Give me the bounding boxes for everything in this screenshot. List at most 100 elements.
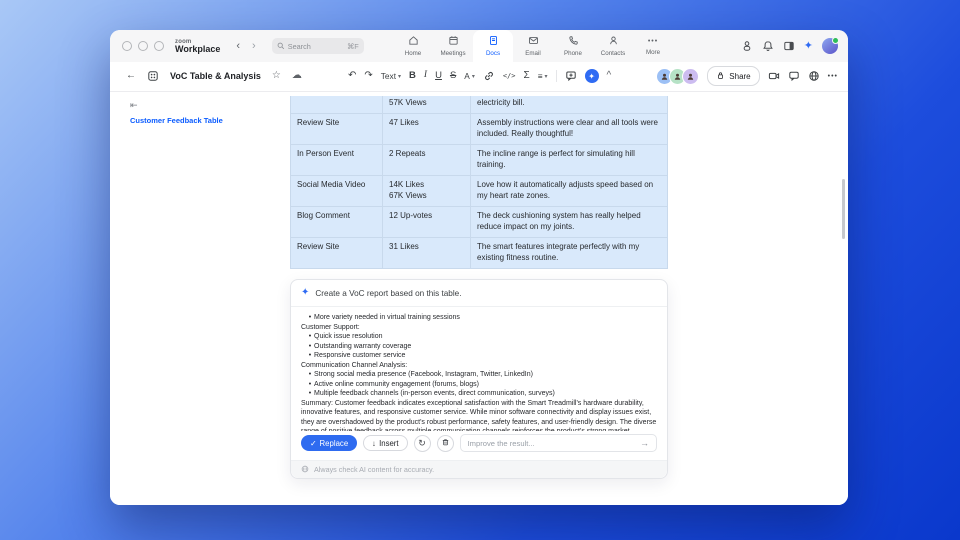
table-cell[interactable]: Social Media Video <box>291 176 383 206</box>
profile-icon[interactable] <box>741 40 753 52</box>
table-cell[interactable]: The incline range is perfect for simulat… <box>471 145 667 175</box>
global-search-input[interactable]: Search ⌘F <box>272 38 364 54</box>
ai-text-line: Customer Support: <box>301 323 657 333</box>
outline-item-customer-feedback-table[interactable]: Customer Feedback Table <box>130 116 223 125</box>
document-toolbar: ← VoC Table & Analysis ☆ ☁ ↶ ↷ Text ▾ B … <box>110 62 848 92</box>
delete-result-button[interactable] <box>437 435 454 452</box>
tab-phone[interactable]: Phone <box>553 30 593 62</box>
notifications-bell-icon[interactable] <box>762 40 774 52</box>
add-comment-icon[interactable] <box>565 70 577 82</box>
tab-more[interactable]: ••• More <box>633 30 673 62</box>
bold-button[interactable]: B <box>409 71 416 81</box>
doc-back-button[interactable]: ← <box>126 71 136 81</box>
more-options-icon[interactable]: ••• <box>828 73 838 80</box>
table-row[interactable]: Review Site 47 Likes Assembly instructio… <box>291 113 667 144</box>
nav-forward-button[interactable]: › <box>249 39 259 54</box>
maximize-window-button[interactable] <box>154 41 164 51</box>
calendar-icon <box>448 35 459 48</box>
undo-button[interactable]: ↶ <box>348 71 356 81</box>
home-icon <box>408 35 419 48</box>
table-row[interactable]: Review Site 31 Likes The smart features … <box>291 237 667 268</box>
collaborator-avatar[interactable] <box>682 68 699 85</box>
table-row[interactable]: Social Media Video 14K Likes 67K Views L… <box>291 175 667 206</box>
ai-disclaimer-bar: Always check AI content for accuracy. <box>291 460 667 478</box>
collapse-outline-icon[interactable]: ⇤ <box>130 100 138 111</box>
share-button[interactable]: Share <box>707 66 759 86</box>
ai-prompt-text: Create a VoC report based on this table. <box>315 289 461 298</box>
docs-home-icon[interactable] <box>147 70 159 82</box>
table-cell[interactable]: The smart features integrate perfectly w… <box>471 238 667 268</box>
down-arrow-icon: ↓ <box>372 439 376 448</box>
ai-companion-panel: ✦ Create a VoC report based on this tabl… <box>290 279 668 479</box>
table-cell[interactable]: 2 Repeats <box>383 145 471 175</box>
table-row[interactable]: Blog Comment 12 Up-votes The deck cushio… <box>291 206 667 237</box>
table-cell[interactable]: 31 Likes <box>383 238 471 268</box>
replace-button[interactable]: ✓ Replace <box>301 435 357 451</box>
chrome-right-icons: ✦ <box>741 30 838 62</box>
primary-nav-tabs: Home Meetings Docs Email Phone <box>393 30 673 62</box>
text-style-dropdown[interactable]: Text ▾ <box>381 71 401 81</box>
underline-button[interactable]: U <box>435 71 442 81</box>
improve-result-input[interactable] <box>468 439 636 448</box>
table-cell[interactable]: 12 Up-votes <box>383 207 471 237</box>
nav-back-button[interactable]: ‹ <box>233 39 243 54</box>
table-cell[interactable]: Blog Comment <box>291 207 383 237</box>
tab-contacts[interactable]: Contacts <box>593 30 633 62</box>
ai-companion-button[interactable]: ✦ <box>585 69 599 83</box>
insert-link-icon[interactable] <box>483 70 495 82</box>
ai-bullet-line: •Outstanding warranty coverage <box>301 342 657 352</box>
submit-arrow-icon[interactable]: → <box>640 438 649 448</box>
table-row[interactable]: 57K Views electricity bill. <box>291 96 667 113</box>
favorite-star-icon[interactable]: ☆ <box>272 71 281 81</box>
table-cell[interactable]: In Person Event <box>291 145 383 175</box>
alignment-dropdown[interactable]: ≡ ▾ <box>538 71 548 81</box>
zoom-workplace-window: zoom Workplace ‹ › Search ⌘F Home Mee <box>110 30 848 505</box>
desktop-background: zoom Workplace ‹ › Search ⌘F Home Mee <box>0 0 960 540</box>
document-content-area: ⇤ Customer Feedback Table 57K Views elec… <box>110 92 848 505</box>
document-icon <box>488 35 499 48</box>
phone-icon <box>568 35 579 48</box>
table-cell[interactable]: 47 Likes <box>383 114 471 144</box>
minimize-window-button[interactable] <box>138 41 148 51</box>
table-cell[interactable] <box>291 96 383 113</box>
text-color-dropdown[interactable]: A ▾ <box>464 71 475 81</box>
code-block-button[interactable]: </> <box>503 73 516 80</box>
ai-bullet-line: •More variety needed in virtual training… <box>301 313 657 323</box>
search-icon <box>277 42 285 50</box>
table-cell[interactable]: Love how it automatically adjusts speed … <box>471 176 667 206</box>
user-avatar[interactable] <box>822 38 838 54</box>
strikethrough-button[interactable]: S <box>450 71 456 81</box>
close-window-button[interactable] <box>122 41 132 51</box>
ai-companion-icon[interactable]: ✦ <box>804 41 813 52</box>
vertical-scrollbar[interactable] <box>842 179 845 239</box>
globe-icon[interactable] <box>808 70 820 82</box>
italic-button[interactable]: I <box>424 71 427 81</box>
improve-result-field[interactable]: → <box>460 434 657 452</box>
table-cell[interactable]: Review Site <box>291 238 383 268</box>
tab-docs[interactable]: Docs <box>473 30 513 62</box>
table-cell[interactable]: Assembly instructions were clear and all… <box>471 114 667 144</box>
formatting-toolbar: ↶ ↷ Text ▾ B I U S A ▾ </> Σ ≡ <box>348 62 611 90</box>
side-panel-toggle-icon[interactable] <box>783 40 795 52</box>
search-shortcut-hint: ⌘F <box>347 42 359 51</box>
table-cell[interactable]: 14K Likes 67K Views <box>383 176 471 206</box>
insert-button[interactable]: ↓ Insert <box>363 435 407 451</box>
table-cell[interactable]: electricity bill. <box>471 96 667 113</box>
redo-button[interactable]: ↷ <box>364 71 372 81</box>
formula-button[interactable]: Σ <box>524 71 530 81</box>
table-cell[interactable]: Review Site <box>291 114 383 144</box>
app-chrome-bar: zoom Workplace ‹ › Search ⌘F Home Mee <box>110 30 848 62</box>
regenerate-button[interactable]: ↻ <box>414 435 431 452</box>
table-cell[interactable]: The deck cushioning system has really he… <box>471 207 667 237</box>
table-cell[interactable]: 57K Views <box>383 96 471 113</box>
chat-bubble-icon[interactable] <box>788 70 800 82</box>
toolbar-divider <box>556 70 557 82</box>
video-camera-icon[interactable] <box>768 70 780 82</box>
tab-home[interactable]: Home <box>393 30 433 62</box>
ai-prompt-header: ✦ Create a VoC report based on this tabl… <box>291 280 667 307</box>
tab-meetings[interactable]: Meetings <box>433 30 473 62</box>
customer-feedback-table[interactable]: 57K Views electricity bill. Review Site … <box>290 96 668 269</box>
tab-email[interactable]: Email <box>513 30 553 62</box>
table-row[interactable]: In Person Event 2 Repeats The incline ra… <box>291 144 667 175</box>
collapse-toolbar-icon[interactable]: ^ <box>607 71 612 81</box>
